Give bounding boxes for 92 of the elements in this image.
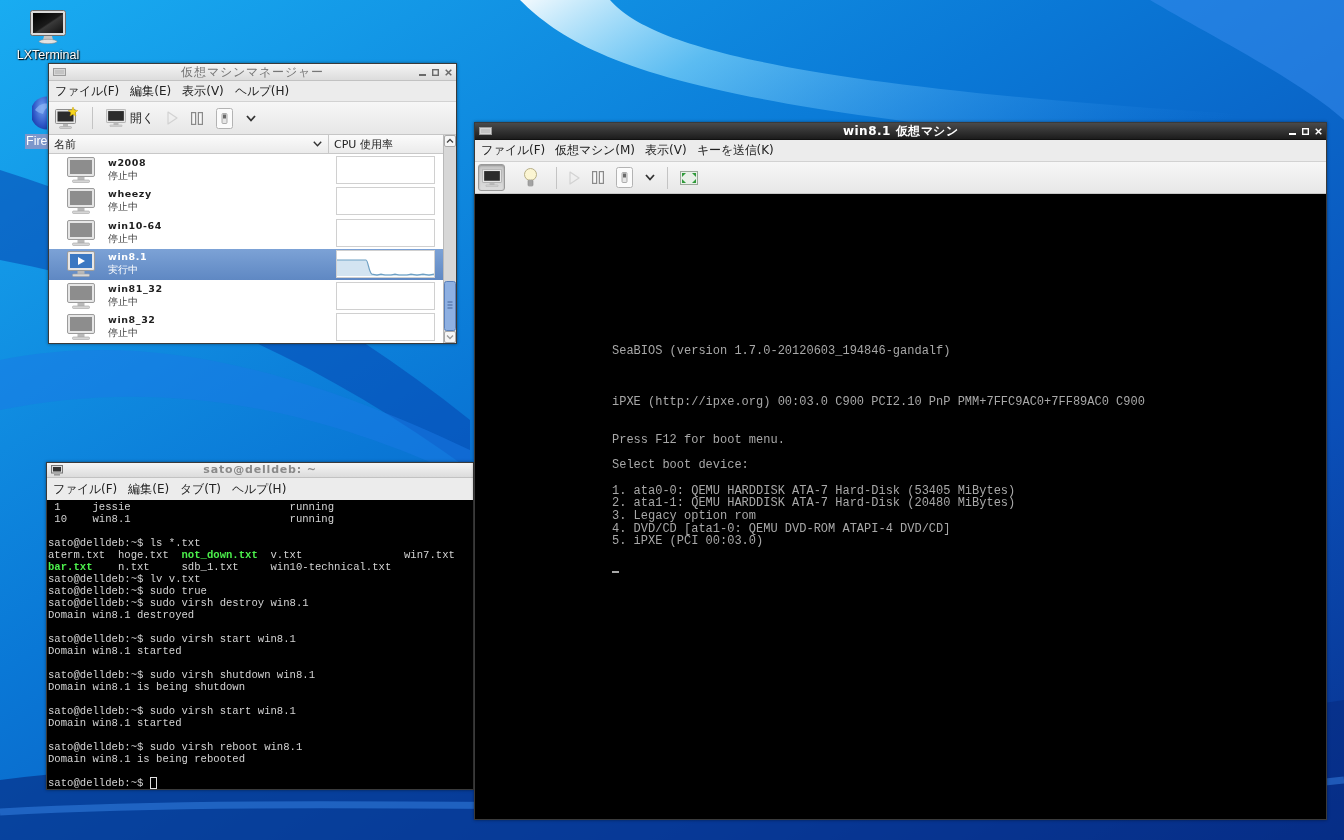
file-name: win7.txt <box>404 549 455 561</box>
vm-name: win8.1 <box>108 251 148 263</box>
terminal-line: sato@delldeb:~$ lv v.txt <box>48 573 201 585</box>
menu-item[interactable]: ファイル(F) <box>53 480 118 498</box>
monitor-star-icon[interactable] <box>55 107 79 129</box>
globe-icon[interactable] <box>32 96 47 130</box>
terminal-line: sato@delldeb:~$ sudo virsh destroy win8.1 <box>48 597 309 609</box>
file-name: n.txt <box>117 561 150 573</box>
bios-text: Select boot device: <box>612 458 749 473</box>
vm-status: 停止中 <box>108 168 138 183</box>
window-title: sato@delldeb: ~ <box>202 463 318 477</box>
column-header[interactable]: 名前 <box>49 135 329 153</box>
menu-item[interactable]: ファイル(F) <box>481 142 546 159</box>
file-name: hoge.txt <box>117 549 169 561</box>
open-button[interactable]: 開く <box>106 109 154 127</box>
terminal-prompt: sato@delldeb:~$ <box>48 777 144 789</box>
domain-name: jessie <box>92 501 131 513</box>
chevron-down-icon[interactable] <box>645 174 655 181</box>
console-button[interactable] <box>478 164 505 191</box>
vm-list-row[interactable]: win10-64 停止中 <box>49 217 443 249</box>
bios-text: iPXE (http://ipxe.org) 00:03.0 C900 PCI2.10 PnP PMM+7FFC9AC0+7FF89AC0 C900 <box>612 394 1145 409</box>
vm-list-row[interactable]: win8_32 停止中 <box>49 311 443 343</box>
power-switch-icon[interactable] <box>216 107 233 129</box>
vm-name: win8_32 <box>108 314 156 326</box>
column-header[interactable]: CPU 使用率 <box>329 135 443 153</box>
file-name: not_down.txt <box>181 549 258 561</box>
vm-name: wheezy <box>108 188 152 200</box>
vm-name: win81_32 <box>108 282 163 294</box>
vm-status: 停止中 <box>108 200 138 215</box>
menu-item[interactable]: 編集(E) <box>128 480 170 498</box>
domain-id: 10 <box>54 513 68 525</box>
bios-text: 3. Legacy option rom <box>612 509 757 523</box>
window-title: win8.1 仮想マシン <box>841 124 960 138</box>
monitor-icon[interactable] <box>51 464 63 476</box>
fullscreen-icon[interactable] <box>680 170 698 185</box>
vm-list-row[interactable]: wheezy 停止中 <box>49 185 443 217</box>
monitor-icon[interactable] <box>30 10 66 44</box>
terminal-line: sato@delldeb:~$ sudo virsh start win8.1 <box>48 705 296 717</box>
vm-name: w2008 <box>108 156 147 168</box>
pause-icon[interactable] <box>191 111 203 125</box>
bios-text: 2. ata1-1: QEMU HARDDISK ATA-7 Hard-Disk (20480 MiBytes) <box>612 496 1016 511</box>
chevron-down-icon[interactable] <box>313 141 322 147</box>
vm-list-row[interactable]: w2008 停止中 <box>49 154 443 186</box>
window-title: 仮想マシンマネージャー <box>180 65 325 79</box>
file-name: aterm.txt <box>48 549 106 561</box>
menu-item[interactable]: タブ(T) <box>180 480 221 498</box>
terminal-line: sato@delldeb:~$ sudo virsh start win8.1 <box>48 633 296 645</box>
bios-text: SeaBIOS (version 1.7.0-20120603_194846-gandalf) <box>612 344 951 358</box>
vm-status: 停止中 <box>108 231 138 246</box>
menu-item[interactable]: 表示(V) <box>645 142 687 159</box>
terminal-line: sato@delldeb:~$ ls *.txt <box>48 537 201 549</box>
terminal-line: Domain win8.1 is being rebooted <box>48 753 246 765</box>
vm-status: 実行中 <box>108 263 138 278</box>
menu-item[interactable]: 表示(V) <box>182 82 224 100</box>
monitor-icon <box>106 109 126 127</box>
domain-id: 1 <box>54 501 61 513</box>
bios-text: 4. DVD/CD [ata1-0: QEMU DVD-ROM ATAPI-4 DVD/CD] <box>612 521 951 536</box>
terminal-line: sato@delldeb:~$ sudo virsh shutdown win8.1 <box>48 669 315 681</box>
bios-text: 1. ata0-0: QEMU HARDDISK ATA-7 Hard-Disk (53405 MiBytes) <box>612 483 1016 498</box>
scrollbar-thumb[interactable] <box>444 281 456 331</box>
bios-text: 5. iPXE (PCI 00:03.0) <box>612 534 764 549</box>
vm-status: 停止中 <box>108 294 138 309</box>
domain-state: running <box>289 501 335 513</box>
chevron-down-icon[interactable] <box>246 114 256 122</box>
terminal-line: Domain win8.1 started <box>48 645 182 657</box>
menu-item[interactable]: キーを送信(K) <box>696 142 774 159</box>
file-name: bar.txt <box>48 561 93 573</box>
terminal-line: Domain win8.1 started <box>48 717 182 729</box>
vm-status: 停止中 <box>108 326 138 341</box>
terminal-line: Domain win8.1 destroyed <box>48 609 195 621</box>
power-switch-icon[interactable] <box>616 167 633 188</box>
terminal-line: Domain win8.1 is being shutdown <box>48 681 246 693</box>
domain-name: win8.1 <box>92 513 131 525</box>
scrollbar-track[interactable] <box>443 135 456 343</box>
vm-list-row[interactable]: win81_32 停止中 <box>49 280 443 312</box>
menu-item[interactable]: 編集(E) <box>130 82 172 100</box>
menu-item[interactable]: 仮想マシン(M) <box>555 142 635 159</box>
lightbulb-icon <box>524 168 537 187</box>
bios-text: Press F12 for boot menu. <box>612 432 785 447</box>
domain-state: running <box>289 513 335 525</box>
pause-icon[interactable] <box>592 171 604 184</box>
file-name: sdb_1.txt <box>181 561 239 573</box>
terminal-line: sato@delldeb:~$ sudo true <box>48 585 207 597</box>
terminal-line: sato@delldeb:~$ sudo virsh reboot win8.1 <box>48 741 303 753</box>
menu-item[interactable]: ヘルプ(H) <box>231 480 287 498</box>
monitor-icon <box>481 168 502 187</box>
menu-item[interactable]: ファイル(F) <box>55 82 120 100</box>
menu-item[interactable]: ヘルプ(H) <box>234 82 290 100</box>
file-name: v.txt <box>270 549 303 561</box>
file-name: win10-technical.txt <box>270 561 392 573</box>
vm-name: win10-64 <box>108 219 162 231</box>
scroll-up-icon[interactable] <box>444 135 456 147</box>
